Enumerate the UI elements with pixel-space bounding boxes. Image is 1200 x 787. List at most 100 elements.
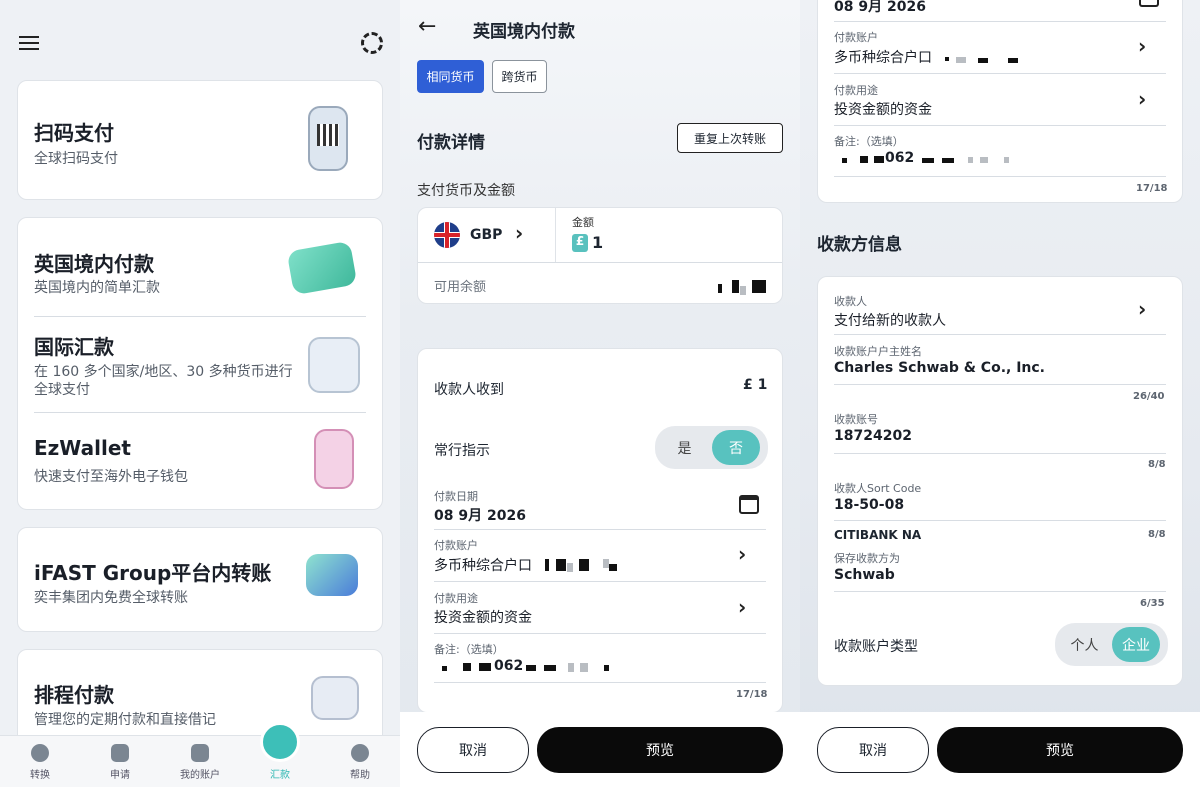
service-title: 排程付款 xyxy=(34,683,114,707)
chevron-right-icon[interactable]: › xyxy=(1138,297,1146,321)
cancel-button[interactable]: 取消 xyxy=(417,727,529,773)
amount-input[interactable]: 1 xyxy=(592,233,603,252)
toggle-no[interactable]: 否 xyxy=(712,430,760,465)
payment-date-label: 付款日期 xyxy=(434,490,478,503)
currency-amount-label: 支付货币及金额 xyxy=(417,183,515,199)
ezwallet-item[interactable]: EzWallet 快速支付至海外电子钱包 xyxy=(18,413,384,511)
convert-icon xyxy=(31,744,49,762)
tab-cross-currency[interactable]: 跨货币 xyxy=(492,60,547,93)
payee-value[interactable]: 支付给新的收款人 xyxy=(834,310,946,330)
nav-my-account[interactable]: 我的账户 xyxy=(160,742,240,781)
payee-label: 收款人 xyxy=(834,295,867,308)
cancel-button[interactable]: 取消 xyxy=(817,727,929,773)
remit-icon xyxy=(260,722,300,762)
nav-label: 帮助 xyxy=(350,770,370,781)
available-balance-label: 可用余额 xyxy=(434,280,487,295)
money-stack-icon xyxy=(286,240,358,296)
account-number-label: 收款账号 xyxy=(834,413,878,426)
pound-icon: £ xyxy=(572,234,588,252)
payment-purpose-value[interactable]: 投资金额的资金 xyxy=(434,607,532,627)
sort-code-input[interactable]: 18-50-08 xyxy=(834,497,904,513)
scan-pay-card[interactable]: 扫码支付 全球扫码支付 xyxy=(17,80,383,200)
payee-info-card: 收款人 支付给新的收款人 › 收款账户户主姓名 Charles Schwab &… xyxy=(817,276,1183,686)
nav-remit[interactable]: 汇款 xyxy=(240,722,320,781)
payment-date-value[interactable]: 08 9月 2026 xyxy=(434,505,526,525)
payment-details-card-scrolled: 08 9月 2026 付款账户 多币种综合户口 › 付款用途 投资金额的资金 ›… xyxy=(817,0,1183,203)
service-title: iFAST Group平台内转账 xyxy=(34,561,272,585)
service-desc-line2: 全球支付 xyxy=(34,382,90,398)
toggle-business[interactable]: 企业 xyxy=(1112,627,1160,662)
wallet-icon xyxy=(191,744,209,762)
remark-counter: 17/18 xyxy=(736,689,768,700)
nav-convert[interactable]: 转换 xyxy=(0,742,80,781)
menu-icon[interactable] xyxy=(19,36,39,50)
currency-selector[interactable]: GBP › xyxy=(418,208,556,262)
chevron-right-icon[interactable]: › xyxy=(1138,87,1146,111)
preview-button[interactable]: 预览 xyxy=(537,727,783,773)
recipient-receives-value: £ 1 xyxy=(743,377,768,393)
payment-purpose-label: 付款用途 xyxy=(434,592,478,605)
payee-info-screen: 08 9月 2026 付款账户 多币种综合户口 › 付款用途 投资金额的资金 ›… xyxy=(800,0,1200,787)
payment-account-label: 付款账户 xyxy=(434,539,478,552)
chevron-right-icon[interactable]: › xyxy=(738,542,746,566)
amount-label: 金额 xyxy=(572,216,594,229)
save-payee-as-label: 保存收款方为 xyxy=(834,552,900,565)
recipient-receives-label: 收款人收到 xyxy=(434,382,504,398)
section-title: 收款方信息 xyxy=(817,235,902,255)
calendar-icon[interactable] xyxy=(739,495,759,514)
calendar-icon xyxy=(311,676,359,720)
international-remit-item[interactable]: 国际汇款 在 160 多个国家/地区、30 多种货币进行 全球支付 xyxy=(18,317,384,412)
repeat-last-transfer-button[interactable]: 重复上次转账 xyxy=(677,123,783,153)
payment-details-card: 收款人收到 £ 1 常行指示 是 否 付款日期 08 9月 2026 付款账户 … xyxy=(417,348,783,713)
tab-same-currency[interactable]: 相同货币 xyxy=(417,60,484,93)
account-holder-input[interactable]: Charles Schwab & Co., Inc. xyxy=(834,360,1045,376)
standing-order-label: 常行指示 xyxy=(434,443,490,459)
uk-transfer-screen: ← 英国境内付款 相同货币 跨货币 付款详情 重复上次转账 支付货币及金额 GB… xyxy=(400,0,800,787)
qr-phone-icon xyxy=(308,106,348,171)
remark-label: 备注:（选填） xyxy=(834,135,904,148)
home-screen: 扫码支付 全球扫码支付 英国境内付款 英国境内的简单汇款 国际汇款 在 160 … xyxy=(0,0,400,787)
service-title: 扫码支付 xyxy=(34,121,114,145)
remark-input[interactable]: 062 xyxy=(494,658,523,674)
save-payee-as-counter: 6/35 xyxy=(1140,598,1165,609)
back-arrow-icon[interactable]: ← xyxy=(418,14,436,39)
remark-input[interactable]: 062 xyxy=(885,150,914,166)
account-number-counter: 8/8 xyxy=(1148,459,1166,470)
transfer-money-icon xyxy=(306,554,358,596)
nav-label: 我的账户 xyxy=(180,770,220,781)
preview-button[interactable]: 预览 xyxy=(937,727,1183,773)
gear-icon[interactable] xyxy=(361,32,383,54)
bank-name: CITIBANK NA xyxy=(834,528,922,542)
service-desc: 管理您的定期付款和直接借记 xyxy=(34,712,216,728)
calendar-icon[interactable] xyxy=(1139,0,1159,7)
chevron-right-icon[interactable]: › xyxy=(738,595,746,619)
payment-purpose-value[interactable]: 投资金额的资金 xyxy=(834,99,932,119)
currency-amount-card: GBP › 金额 £ 1 可用余额 xyxy=(417,207,783,304)
plane-document-icon xyxy=(308,337,360,393)
remark-label: 备注:（选填） xyxy=(434,643,504,656)
toggle-yes[interactable]: 是 xyxy=(661,431,708,464)
nav-apply[interactable]: 申请 xyxy=(80,742,160,781)
chevron-right-icon: › xyxy=(515,221,524,245)
uk-flag-icon xyxy=(434,222,460,248)
service-desc: 奕丰集团内免费全球转账 xyxy=(34,590,188,606)
account-number-input[interactable]: 18724202 xyxy=(834,428,912,444)
payment-account-label: 付款账户 xyxy=(834,31,878,44)
service-title: 英国境内付款 xyxy=(34,252,154,276)
apply-icon xyxy=(111,744,129,762)
service-desc: 全球扫码支付 xyxy=(34,151,118,167)
payment-account-value[interactable]: 多币种综合户口 xyxy=(834,47,932,67)
chevron-right-icon[interactable]: › xyxy=(1138,34,1146,58)
save-payee-as-input[interactable]: Schwab xyxy=(834,567,895,583)
account-type-toggle[interactable]: 个人 企业 xyxy=(1055,623,1168,666)
nav-help[interactable]: 帮助 xyxy=(320,742,400,781)
remark-counter: 17/18 xyxy=(1136,183,1168,194)
toggle-individual[interactable]: 个人 xyxy=(1061,628,1108,661)
ifast-transfer-card[interactable]: iFAST Group平台内转账 奕丰集团内免费全球转账 xyxy=(17,527,383,632)
uk-payment-item[interactable]: 英国境内付款 英国境内的简单汇款 xyxy=(18,218,384,316)
account-holder-counter: 26/40 xyxy=(1133,391,1165,402)
nav-label: 汇款 xyxy=(270,770,290,781)
standing-order-toggle[interactable]: 是 否 xyxy=(655,426,768,469)
payment-account-value[interactable]: 多币种综合户口 xyxy=(434,555,532,575)
payment-date-value[interactable]: 08 9月 2026 xyxy=(834,0,926,16)
